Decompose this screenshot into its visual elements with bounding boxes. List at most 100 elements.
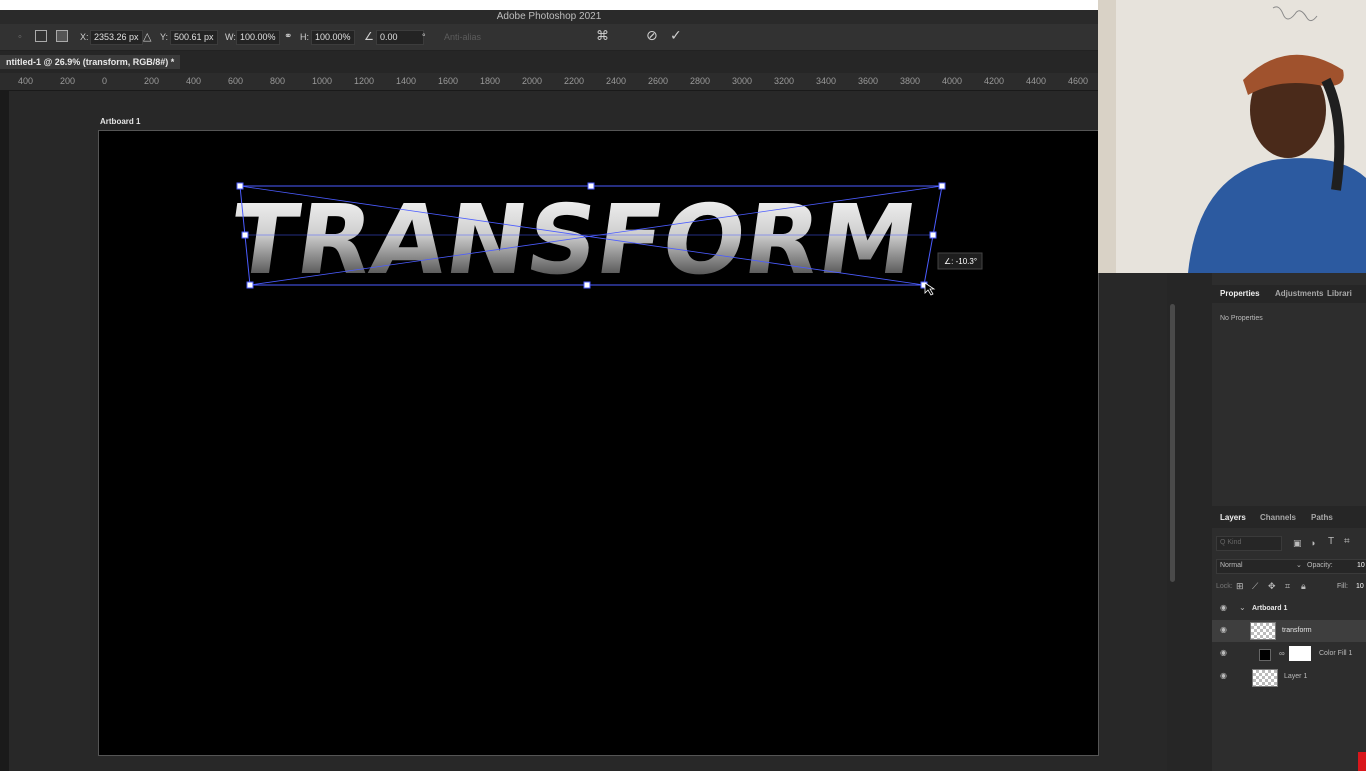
tab-adjustments[interactable]: Adjustments	[1275, 288, 1323, 300]
transform-handle[interactable]	[938, 182, 946, 190]
ruler-tick: 400	[18, 76, 34, 86]
x-field[interactable]: 2353.26 px	[90, 30, 143, 45]
chevron-down-icon[interactable]: ⌄	[1239, 603, 1246, 613]
warp-mode-icon[interactable]: ⌘	[596, 29, 609, 43]
ruler-tick: 4200	[984, 76, 1005, 86]
tab-channels[interactable]: Channels	[1260, 512, 1296, 524]
angle-icon: ∠	[364, 31, 374, 43]
reference-point-checkbox[interactable]	[35, 30, 47, 42]
webcam-video-frame	[1098, 0, 1366, 273]
transform-handle[interactable]	[246, 281, 254, 289]
visibility-eye-icon[interactable]: ◉	[1220, 626, 1228, 634]
layer-name: Color Fill 1	[1319, 650, 1353, 657]
visibility-eye-icon[interactable]: ◉	[1220, 649, 1228, 657]
y-field[interactable]: 500.61 px	[170, 30, 218, 45]
filter-shape-icon[interactable]: ⌗	[1344, 537, 1350, 547]
blend-mode-select[interactable]: Normal ⌄ Opacity: 10	[1216, 559, 1366, 574]
tab-paths[interactable]: Paths	[1311, 512, 1333, 524]
lock-transparency-icon[interactable]: ⊞	[1236, 581, 1244, 591]
angle-field[interactable]: 0.00	[376, 30, 424, 45]
tools-panel-edge	[0, 91, 9, 771]
delta-icon[interactable]: △	[143, 30, 151, 44]
degree-symbol: °	[422, 32, 426, 42]
checkmark-icon[interactable]: ✓	[670, 28, 682, 42]
reference-point-locator-icon[interactable]	[56, 30, 68, 42]
h-label: H:	[300, 32, 309, 42]
ruler-tick: 200	[60, 76, 76, 86]
ruler-tick: 4600	[1068, 76, 1089, 86]
ruler-tick: 3000	[732, 76, 753, 86]
transform-handle[interactable]	[241, 231, 249, 239]
layer-row-transform[interactable]: ◉ transform	[1212, 620, 1366, 642]
kind-placeholder: Q Kind	[1220, 539, 1242, 546]
fill-value[interactable]: 10	[1356, 582, 1364, 592]
horizontal-ruler[interactable]: 400 200 0 200 400 600 800 1000 1200 1400 1600 1800 2…	[0, 73, 1098, 91]
ruler-tick: 600	[228, 76, 244, 86]
w-label: W:	[225, 32, 236, 42]
filter-adjustment-icon[interactable]: ◑	[1310, 538, 1315, 548]
h-field[interactable]: 100.00%	[311, 30, 355, 45]
webcam-overlay	[1098, 0, 1366, 273]
w-field[interactable]: 100.00%	[236, 30, 280, 45]
ruler-tick: 4000	[942, 76, 963, 86]
skew-readout: ∠: -10.3°	[944, 257, 977, 266]
ruler-tick: 1200	[354, 76, 375, 86]
cancel-icon[interactable]: ⊘	[646, 28, 658, 42]
document-tab-bar: ntitled-1 @ 26.9% (transform, RGB/8#) *	[0, 51, 1098, 73]
layer-name: Layer 1	[1284, 673, 1308, 680]
ruler-tick: 200	[144, 76, 160, 86]
y-label: Y:	[160, 32, 169, 42]
tab-properties[interactable]: Properties	[1220, 288, 1260, 300]
layer-thumbnail	[1252, 669, 1278, 687]
ruler-tick: 2600	[648, 76, 669, 86]
transform-handle[interactable]	[929, 231, 937, 239]
link-icon[interactable]: ⚭	[284, 30, 292, 44]
ruler-tick: 3200	[774, 76, 795, 86]
filter-pixel-icon[interactable]: ▣	[1293, 538, 1302, 548]
lock-brush-icon[interactable]: ⟋	[1252, 581, 1258, 591]
layer-name: Artboard 1	[1252, 605, 1288, 612]
fill-color-swatch[interactable]	[1259, 649, 1271, 661]
document-tab[interactable]: ntitled-1 @ 26.9% (transform, RGB/8#) *	[0, 55, 181, 69]
lock-all-icon[interactable]: 🔒︎	[1301, 581, 1306, 591]
opacity-value[interactable]: 10	[1357, 561, 1365, 571]
layer-mask-thumbnail[interactable]	[1289, 646, 1311, 661]
ruler-tick: 0	[102, 76, 108, 86]
x-label: X:	[80, 32, 89, 42]
layer-filter-kind[interactable]: Q Kind	[1216, 536, 1282, 551]
layer-row-artboard[interactable]: ◉ ⌄ Artboard 1	[1212, 598, 1366, 620]
recording-indicator	[1358, 752, 1366, 771]
home-icon[interactable]: ◦	[18, 30, 22, 44]
ruler-tick: 3400	[816, 76, 837, 86]
transform-overlay[interactable]: TRANSFORM ∠: -10.3°	[99, 131, 1098, 755]
antialias-checkbox[interactable]: Anti-alias	[444, 30, 481, 44]
lock-label: Lock:	[1216, 583, 1233, 590]
tab-layers[interactable]: Layers	[1220, 512, 1246, 524]
transform-handle[interactable]	[236, 182, 244, 190]
chevron-down-icon: ⌄	[1296, 562, 1302, 569]
layer-row-color-fill[interactable]: ◉ ∞ Color Fill 1	[1212, 643, 1366, 665]
layer-name: transform	[1282, 627, 1312, 634]
lock-position-icon[interactable]: ✥	[1268, 581, 1276, 591]
tab-libraries[interactable]: Librari	[1327, 288, 1352, 300]
layer-row-layer1[interactable]: ◉ Layer 1	[1212, 666, 1366, 688]
lock-artboard-icon[interactable]: ⌗	[1285, 581, 1290, 591]
artboard-label[interactable]: Artboard 1	[100, 117, 140, 126]
ruler-tick: 4400	[1026, 76, 1047, 86]
filter-type-icon[interactable]: T	[1328, 537, 1334, 547]
options-bar: ◦ X: 2353.26 px △ Y: 500.61 px W: 100.00…	[0, 24, 1098, 51]
opacity-label: Opacity:	[1307, 562, 1333, 569]
mask-link-icon[interactable]: ∞	[1279, 649, 1285, 659]
transform-text-layer[interactable]: TRANSFORM	[224, 183, 924, 295]
transform-handle[interactable]	[587, 182, 595, 190]
ruler-tick: 1000	[312, 76, 333, 86]
app-title-bar: Adobe Photoshop 2021	[0, 10, 1098, 24]
transform-handle[interactable]	[583, 281, 591, 289]
visibility-eye-icon[interactable]: ◉	[1220, 604, 1228, 612]
ruler-tick: 2200	[564, 76, 585, 86]
ruler-tick: 400	[186, 76, 202, 86]
ruler-tick: 3600	[858, 76, 879, 86]
scrollbar-thumb[interactable]	[1170, 304, 1175, 582]
visibility-eye-icon[interactable]: ◉	[1220, 672, 1228, 680]
ruler-tick: 1800	[480, 76, 501, 86]
